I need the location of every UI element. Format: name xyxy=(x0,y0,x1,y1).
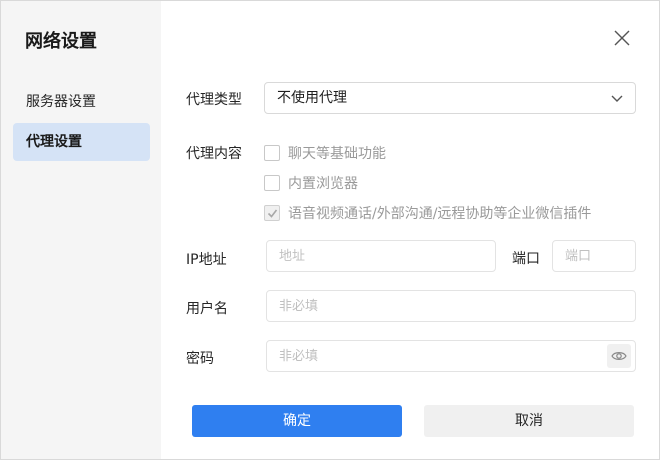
ip-address-label: IP地址 xyxy=(186,252,227,268)
option-basic-chat[interactable]: 聊天等基础功能 xyxy=(264,144,386,162)
builtin-browser-checkbox[interactable] xyxy=(264,175,280,191)
cancel-button[interactable]: 取消 xyxy=(424,405,634,437)
option-builtin-browser[interactable]: 内置浏览器 xyxy=(264,174,358,192)
option-wecom-plugins[interactable]: 语音视频通话/外部沟通/远程协助等企业微信插件 xyxy=(264,204,591,222)
chevron-down-icon xyxy=(611,95,623,102)
checkmark-icon xyxy=(267,209,278,218)
sidebar-item-proxy-settings[interactable]: 代理设置 xyxy=(13,123,150,161)
proxy-type-value: 不使用代理 xyxy=(277,90,347,106)
close-button[interactable] xyxy=(612,28,632,48)
confirm-button[interactable]: 确定 xyxy=(192,405,402,437)
basic-chat-label: 聊天等基础功能 xyxy=(288,146,386,162)
wecom-plugins-label: 语音视频通话/外部沟通/远程协助等企业微信插件 xyxy=(288,206,592,222)
network-settings-dialog: 网络设置 服务器设置 代理设置 代理类型 不使用代理 代理内容 聊天等基础功能 … xyxy=(0,0,660,460)
proxy-type-label: 代理类型 xyxy=(186,92,242,108)
close-icon xyxy=(614,30,630,46)
password-label: 密码 xyxy=(186,351,214,367)
proxy-content-label: 代理内容 xyxy=(186,146,242,162)
sidebar: 网络设置 服务器设置 代理设置 xyxy=(1,1,161,459)
wecom-plugins-checkbox[interactable] xyxy=(264,205,280,221)
basic-chat-checkbox[interactable] xyxy=(264,145,280,161)
port-input[interactable] xyxy=(552,240,636,272)
dialog-title: 网络设置 xyxy=(25,31,97,52)
builtin-browser-label: 内置浏览器 xyxy=(288,176,358,192)
port-label: 端口 xyxy=(512,251,540,267)
sidebar-item-server-settings[interactable]: 服务器设置 xyxy=(13,83,150,121)
proxy-type-select[interactable]: 不使用代理 xyxy=(264,82,636,114)
username-label: 用户名 xyxy=(186,301,228,317)
ip-address-input[interactable] xyxy=(266,240,496,272)
eye-icon xyxy=(611,352,627,360)
username-input[interactable] xyxy=(266,290,636,322)
password-input[interactable] xyxy=(266,340,636,372)
password-visibility-toggle[interactable] xyxy=(607,344,631,368)
